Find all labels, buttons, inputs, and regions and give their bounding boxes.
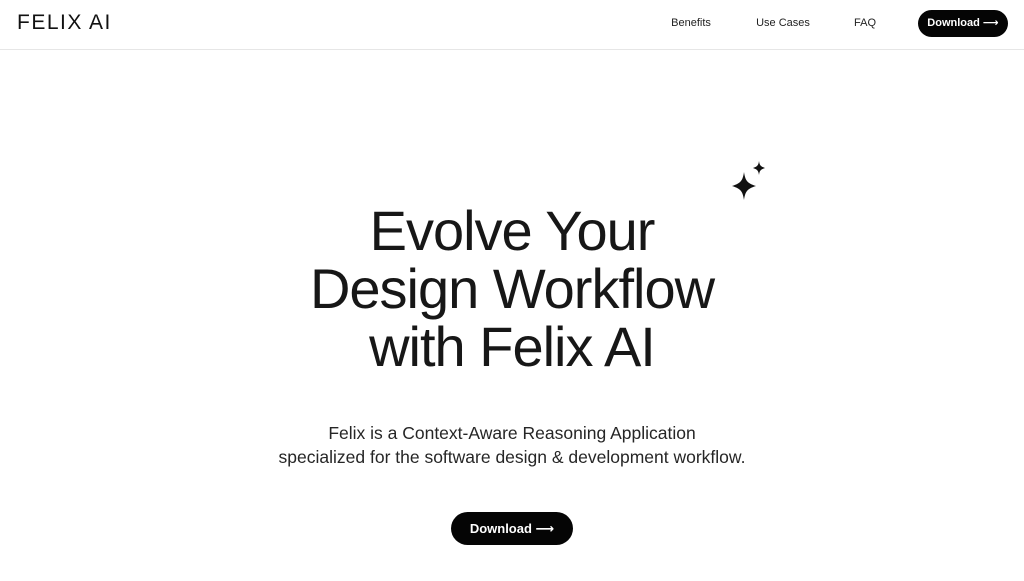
nav-link-use-cases[interactable]: Use Cases <box>756 16 810 30</box>
hero-subtitle-line-1: Felix is a Context-Aware Reasoning Appli… <box>328 423 696 443</box>
hero-title: Evolve Your Design Workflow with Felix A… <box>212 202 812 376</box>
brand-logo[interactable]: FELIX AI <box>17 11 112 35</box>
hero-subtitle: Felix is a Context-Aware Reasoning Appli… <box>192 421 832 469</box>
sparkles-icon <box>732 161 765 200</box>
nav-link-benefits[interactable]: Benefits <box>671 16 711 30</box>
hero-title-line-3: with Felix AI <box>369 315 656 378</box>
large-sparkle-shape <box>732 172 756 200</box>
hero-title-line-1: Evolve Your <box>369 199 656 262</box>
nav-link-faq[interactable]: FAQ <box>854 16 876 30</box>
small-sparkle-shape <box>753 161 765 175</box>
hero-subtitle-line-2: specialized for the software design & de… <box>278 447 746 467</box>
hero-title-line-2: Design Workflow <box>309 257 715 320</box>
landing-page: FELIX AI Benefits Use Cases FAQ Download… <box>0 0 1024 581</box>
top-navigation: FELIX AI Benefits Use Cases FAQ Download… <box>0 0 1024 50</box>
hero-download-button[interactable]: Download ⟶ <box>451 512 573 545</box>
nav-download-button[interactable]: Download ⟶ <box>918 10 1008 37</box>
